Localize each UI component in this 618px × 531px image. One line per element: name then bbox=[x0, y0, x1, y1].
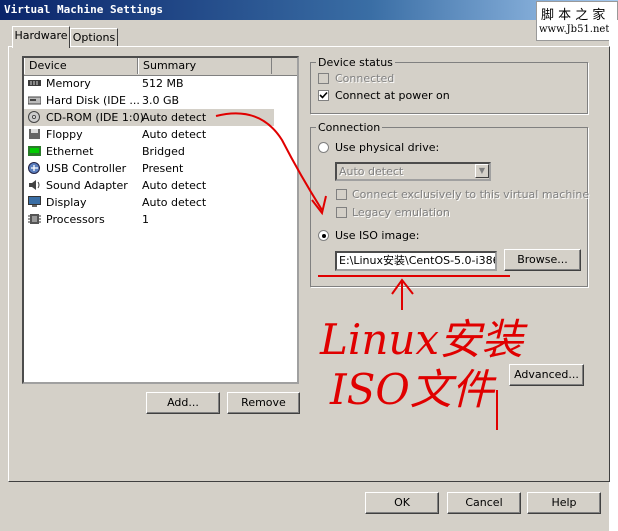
watermark-line1: 脚 本 之 家 bbox=[541, 8, 606, 23]
device-name: Memory bbox=[46, 77, 91, 90]
radio-dot-icon bbox=[322, 234, 326, 238]
browse-button[interactable]: Browse... bbox=[504, 249, 581, 271]
cancel-button[interactable]: Cancel bbox=[447, 492, 521, 514]
device-summary: Present bbox=[142, 162, 184, 175]
device-list-header: Device Summary bbox=[24, 58, 297, 76]
check-mark-icon bbox=[319, 91, 328, 99]
connect-exclusive-checkbox[interactable] bbox=[336, 189, 347, 200]
connect-power-on-checkbox[interactable] bbox=[318, 90, 329, 101]
usb-icon bbox=[28, 162, 40, 174]
device-status-label: Device status bbox=[316, 56, 395, 69]
add-button[interactable]: Add... bbox=[146, 392, 220, 414]
device-name: Hard Disk (IDE ... bbox=[46, 94, 140, 107]
connection-label: Connection bbox=[316, 121, 383, 134]
tab-hardware[interactable]: Hardware bbox=[12, 26, 70, 48]
ok-button[interactable]: OK bbox=[365, 492, 439, 514]
drive-select-value: Auto detect bbox=[339, 165, 404, 178]
iso-image-label: Use ISO image: bbox=[335, 229, 420, 242]
device-row-sound[interactable]: Sound Adapter Auto detect bbox=[24, 177, 274, 194]
device-row-floppy[interactable]: Floppy Auto detect bbox=[24, 126, 274, 143]
tab-options[interactable]: Options bbox=[70, 28, 118, 47]
sound-icon bbox=[29, 180, 40, 190]
annotation-text-line2: ISO文件 bbox=[330, 365, 494, 414]
window-title: Virtual Machine Settings bbox=[4, 3, 163, 16]
device-row-cdrom[interactable]: CD-ROM (IDE 1:0) Auto detect bbox=[24, 109, 274, 126]
device-summary: 1 bbox=[142, 213, 149, 226]
iso-path-input[interactable]: E:\Linux安装\CentOS-5.0-i386-b bbox=[335, 251, 497, 271]
device-summary: Bridged bbox=[142, 145, 185, 158]
legacy-emulation-checkbox[interactable] bbox=[336, 207, 347, 218]
device-row-memory[interactable]: Memory 512 MB bbox=[24, 75, 274, 92]
hard-disk-icon bbox=[28, 96, 41, 105]
connected-checkbox[interactable] bbox=[318, 73, 329, 84]
device-row-processors[interactable]: Processors 1 bbox=[24, 211, 274, 228]
iso-image-radio[interactable] bbox=[318, 230, 329, 241]
device-name: CD-ROM (IDE 1:0) bbox=[46, 111, 144, 124]
memory-icon bbox=[28, 80, 41, 86]
column-header-device[interactable]: Device bbox=[24, 58, 138, 74]
ethernet-icon bbox=[28, 146, 41, 156]
help-button[interactable]: Help bbox=[527, 492, 601, 514]
device-status-group bbox=[310, 62, 588, 114]
physical-drive-label: Use physical drive: bbox=[335, 141, 440, 154]
connect-exclusive-label: Connect exclusively to this virtual mach… bbox=[352, 188, 590, 201]
chevron-down-icon[interactable]: ▼ bbox=[475, 164, 489, 178]
device-row-usb[interactable]: USB Controller Present bbox=[24, 160, 274, 177]
device-name: Ethernet bbox=[46, 145, 94, 158]
legacy-emulation-label: Legacy emulation bbox=[352, 206, 450, 219]
device-row-hard-disk[interactable]: Hard Disk (IDE ... 3.0 GB bbox=[24, 92, 274, 109]
device-name: Processors bbox=[46, 213, 105, 226]
device-summary: Auto detect bbox=[142, 179, 207, 192]
remove-button[interactable]: Remove bbox=[227, 392, 300, 414]
device-summary: 3.0 GB bbox=[142, 94, 180, 107]
floppy-icon bbox=[29, 129, 40, 139]
device-name: Display bbox=[46, 196, 87, 209]
device-name: USB Controller bbox=[46, 162, 127, 175]
physical-drive-radio[interactable] bbox=[318, 142, 329, 153]
device-name: Sound Adapter bbox=[46, 179, 128, 192]
device-summary: 512 MB bbox=[142, 77, 184, 90]
device-summary: Auto detect bbox=[142, 111, 207, 124]
advanced-button[interactable]: Advanced... bbox=[509, 364, 584, 386]
connected-label: Connected bbox=[335, 72, 395, 85]
watermark-logo: 脚 本 之 家 www.Jb51.net bbox=[536, 1, 618, 41]
device-list[interactable]: Device Summary Memory 512 MB Hard Disk (… bbox=[22, 56, 299, 384]
watermark-line2: www.Jb51.net bbox=[539, 24, 610, 35]
column-header-summary[interactable]: Summary bbox=[138, 58, 272, 74]
connect-power-on-label: Connect at power on bbox=[335, 89, 450, 102]
device-name: Floppy bbox=[46, 128, 83, 141]
processor-icon bbox=[28, 214, 41, 224]
device-row-ethernet[interactable]: Ethernet Bridged bbox=[24, 143, 274, 160]
device-row-display[interactable]: Display Auto detect bbox=[24, 194, 274, 211]
device-summary: Auto detect bbox=[142, 196, 207, 209]
display-icon bbox=[28, 196, 41, 207]
cdrom-icon bbox=[28, 111, 40, 123]
drive-select[interactable]: Auto detect ▼ bbox=[335, 162, 491, 181]
background-window-strip bbox=[609, 20, 618, 531]
device-summary: Auto detect bbox=[142, 128, 207, 141]
